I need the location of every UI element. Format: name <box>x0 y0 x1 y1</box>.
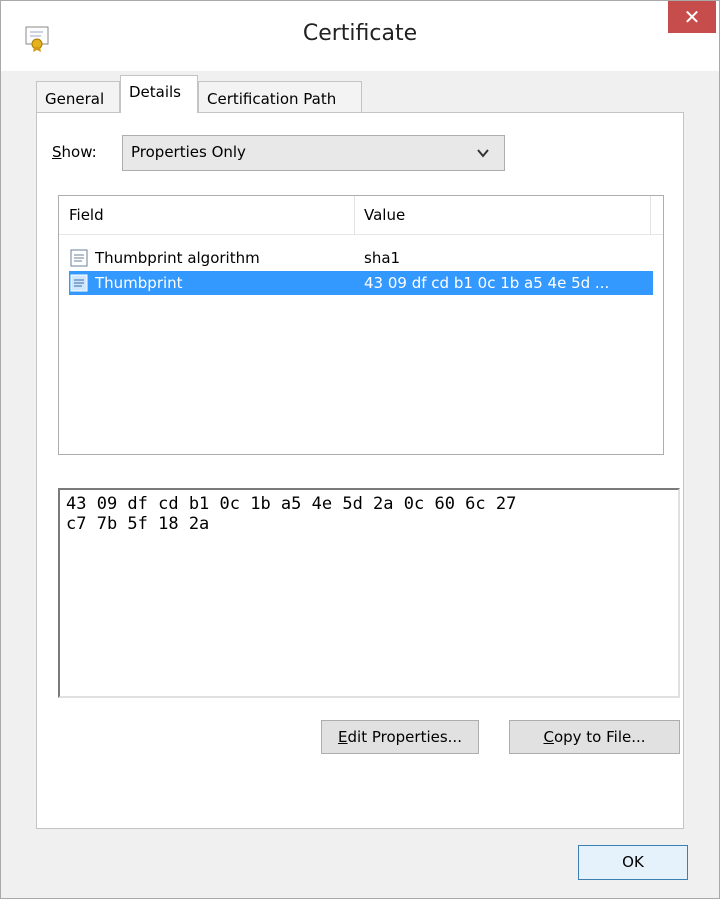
tab-general[interactable]: General <box>36 81 120 113</box>
column-header-value[interactable]: Value <box>364 206 405 224</box>
certificate-dialog: Certificate ✕ General Details Certificat… <box>0 0 720 899</box>
edit-properties-button[interactable]: Edit Properties... <box>321 720 479 754</box>
close-icon: ✕ <box>683 5 701 29</box>
list-item-value: sha1 <box>364 249 401 267</box>
title-bar: Certificate ✕ <box>1 1 719 71</box>
list-header: Field Value <box>59 196 663 235</box>
chevron-down-icon <box>476 146 490 160</box>
details-panel: Show: Properties Only Field Value Thumbp… <box>36 112 684 829</box>
show-dropdown[interactable]: Properties Only <box>122 135 505 171</box>
list-item-value: 43 09 df cd b1 0c 1b a5 4e 5d ... <box>364 274 610 292</box>
value-detail-textbox[interactable]: 43 09 df cd b1 0c 1b a5 4e 5d 2a 0c 60 6… <box>58 488 680 698</box>
list-item-field: Thumbprint algorithm <box>95 249 260 267</box>
window-title: Certificate <box>302 21 418 46</box>
column-header-field[interactable]: Field <box>69 206 104 224</box>
close-button[interactable]: ✕ <box>668 1 716 33</box>
copy-to-file-button[interactable]: Copy to File... <box>509 720 680 754</box>
column-divider[interactable] <box>354 196 355 234</box>
ok-button[interactable]: OK <box>578 845 688 880</box>
list-item[interactable]: Thumbprint algorithm sha1 <box>69 246 653 270</box>
property-icon <box>69 248 89 268</box>
field-list[interactable]: Field Value Thumbprint algorithm sha1 Th… <box>58 195 664 455</box>
tab-details[interactable]: Details <box>120 75 198 113</box>
show-label: Show: <box>52 143 97 161</box>
show-dropdown-value: Properties Only <box>131 143 246 161</box>
list-item-field: Thumbprint <box>95 274 183 292</box>
list-item[interactable]: Thumbprint 43 09 df cd b1 0c 1b a5 4e 5d… <box>69 271 653 295</box>
column-divider[interactable] <box>650 196 651 234</box>
tab-certification-path[interactable]: Certification Path <box>198 81 362 113</box>
property-icon <box>69 273 89 293</box>
